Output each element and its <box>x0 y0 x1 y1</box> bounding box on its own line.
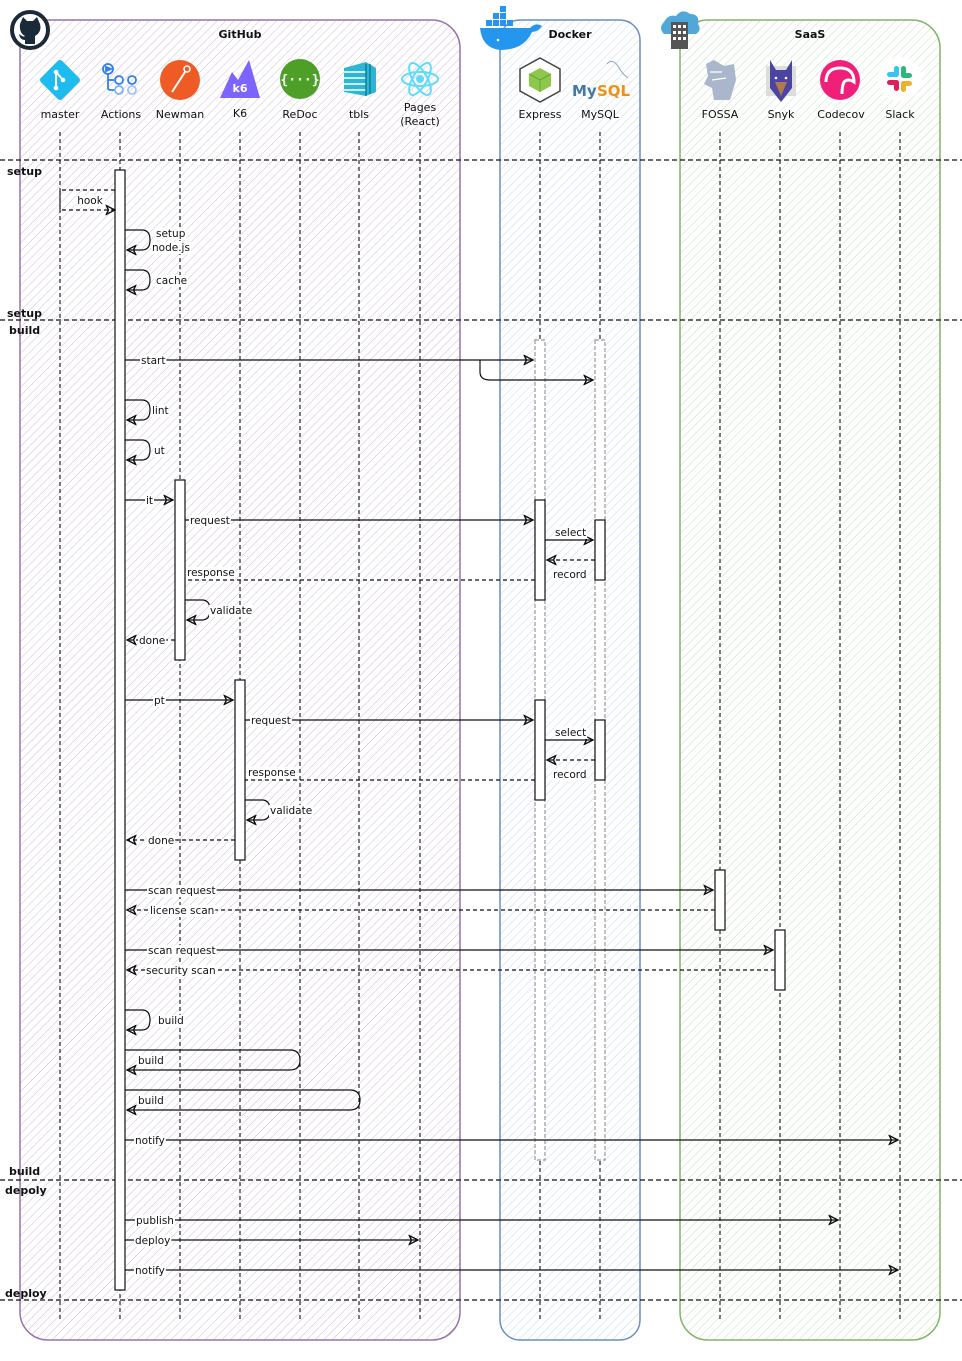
participant-label: Snyk <box>768 108 795 121</box>
participant-label: ReDoc <box>282 108 317 121</box>
phase-label-build-end: build <box>9 1165 40 1178</box>
svg-text:SQL: SQL <box>597 82 631 100</box>
label-publish: publish <box>136 1215 174 1227</box>
label-it: it <box>146 495 153 507</box>
openapi-braces-icon: {···} <box>280 59 320 99</box>
label-request-newman: request <box>190 515 230 527</box>
group-title-saas: SaaS <box>795 28 826 41</box>
label-deploy: deploy <box>135 1235 170 1247</box>
label-select-1: select <box>555 527 586 539</box>
label-record-2: record <box>553 769 587 781</box>
participant-label: Actions <box>101 108 141 121</box>
postman-icon <box>160 60 200 100</box>
svg-text:k6: k6 <box>233 82 248 95</box>
label-request-k6: request <box>251 715 291 727</box>
github-icon <box>10 10 50 50</box>
snyk-dog-icon <box>766 60 796 102</box>
tbls-layers-icon <box>344 62 376 96</box>
phase-label-setup-start: setup <box>7 165 42 178</box>
docker-group-box <box>499 19 641 1341</box>
slack-icon <box>878 57 922 101</box>
activation-express-it <box>534 499 546 601</box>
label-security-scan: security scan <box>146 965 216 977</box>
label-record-1: record <box>553 569 587 581</box>
phase-label-deploy-start: depoly <box>5 1184 47 1197</box>
label-lint: lint <box>152 405 169 417</box>
label-done-k6: done <box>148 835 174 847</box>
label-cache: cache <box>156 275 187 287</box>
participant-label: Newman <box>156 108 204 121</box>
label-validate-newman: validate <box>210 605 252 617</box>
saas-group-box <box>679 19 941 1341</box>
activation-fossa <box>714 869 726 931</box>
activation-actions <box>114 169 126 1291</box>
participant-label: Codecov <box>817 108 865 121</box>
label-notify-build: notify <box>135 1135 165 1147</box>
label-start: start <box>141 355 165 367</box>
label-setup: setup <box>156 228 186 240</box>
activation-express-pt <box>534 699 546 801</box>
group-github: GitHub <box>10 10 461 1341</box>
participant-label: MySQL <box>581 108 620 121</box>
label-select-2: select <box>555 727 586 739</box>
label-response-k6: response <box>248 767 296 779</box>
label-done-newman: done <box>139 635 165 647</box>
participant-label: master <box>41 108 80 121</box>
participant-express: Express <box>519 57 562 121</box>
phase-label-setup-end: setup <box>7 307 42 320</box>
activation-mysql-pt <box>594 719 606 781</box>
label-build-redoc: build <box>138 1055 164 1067</box>
phase-label-build-start: build <box>9 324 40 337</box>
codecov-umbrella-icon <box>820 60 860 100</box>
label-build-self: build <box>158 1015 184 1027</box>
label-hook: hook <box>77 195 104 207</box>
activation-newman <box>174 479 186 661</box>
participant-sublabel: (React) <box>400 115 440 128</box>
phase-label-deploy-end: deploy <box>5 1287 47 1300</box>
svg-text:{···}: {···} <box>280 73 319 88</box>
label-validate-k6: validate <box>270 805 312 817</box>
participant-label: Pages <box>404 101 437 114</box>
group-title-github: GitHub <box>219 28 262 41</box>
group-saas: SaaS <box>661 11 941 1341</box>
label-response-newman: response <box>187 567 235 579</box>
participant-redoc: {···} ReDoc <box>280 59 320 121</box>
svg-text:My: My <box>572 82 597 100</box>
label-ut: ut <box>154 445 165 457</box>
participant-label: FOSSA <box>702 108 739 121</box>
activation-snyk <box>774 929 786 991</box>
label-build-tbls: build <box>138 1095 164 1107</box>
participant-snyk: Snyk <box>766 60 796 121</box>
label-scan-request-snyk: scan request <box>148 945 216 957</box>
participant-label: tbls <box>349 108 369 121</box>
label-scan-request-fossa: scan request <box>148 885 216 897</box>
participant-label: Express <box>519 108 562 121</box>
label-license-scan: license scan <box>150 905 214 917</box>
label-pt: pt <box>154 695 165 707</box>
sequence-diagram: GitHub Docker SaaS master Actions Newman… <box>0 6 962 1341</box>
label-nodejs: node.js <box>152 242 190 254</box>
participant-label: Slack <box>885 108 915 121</box>
activation-mysql-it <box>594 519 606 581</box>
activation-k6 <box>234 679 246 861</box>
group-title-docker: Docker <box>548 28 592 41</box>
label-notify-deploy: notify <box>135 1265 165 1277</box>
participant-label: K6 <box>233 107 247 120</box>
